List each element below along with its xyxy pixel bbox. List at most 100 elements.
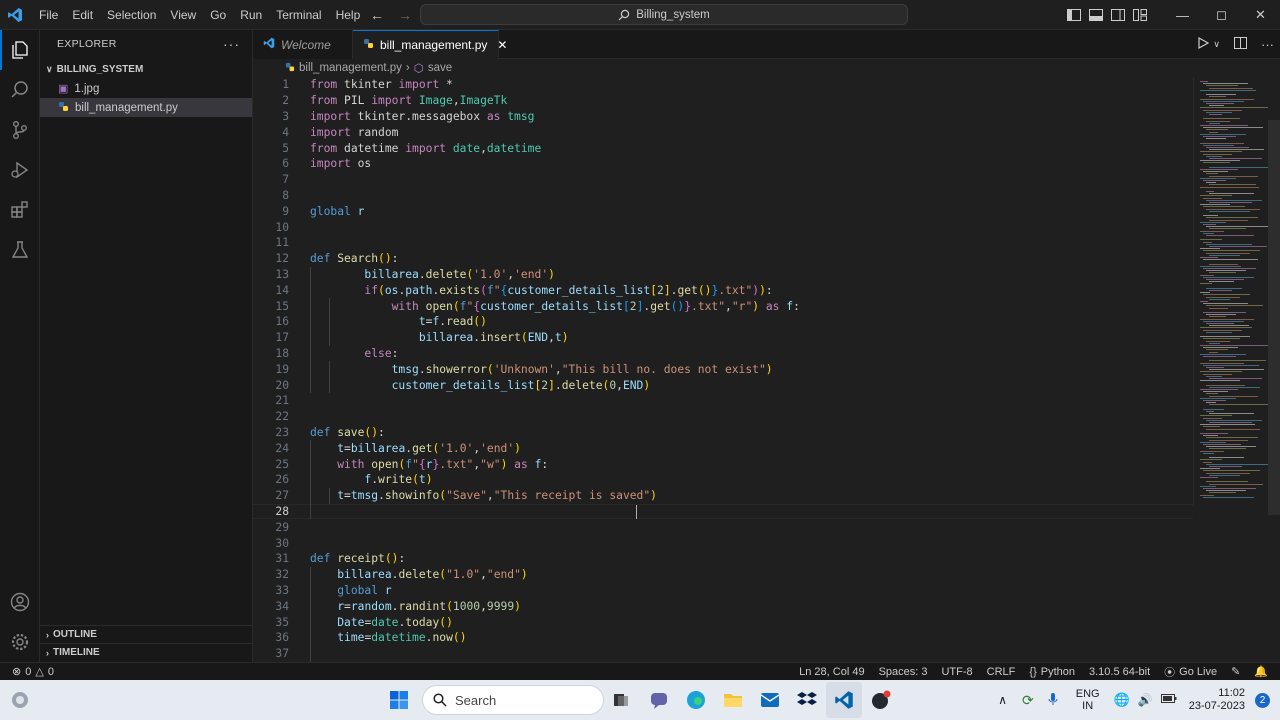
chevron-down-icon[interactable]: ∨ [1213, 39, 1220, 50]
code-line[interactable]: 24 t=billarea.get('1.0','end') [253, 440, 1193, 456]
menu-go[interactable]: Go [203, 0, 233, 30]
language-mode[interactable]: {} Python [1022, 663, 1082, 681]
command-center-search[interactable]: Billing_system [420, 4, 908, 25]
minimize-button[interactable]: — [1163, 0, 1202, 30]
code-editor[interactable]: 1 from tkinter import * 2 from PIL import I… [253, 77, 1193, 662]
task-view-icon[interactable] [603, 682, 639, 718]
code-line[interactable]: 16 t=f.read() [253, 314, 1193, 330]
chevron-up-icon[interactable]: ∧ [989, 693, 1016, 707]
menu-selection[interactable]: Selection [100, 0, 163, 30]
minimap[interactable] [1193, 77, 1280, 507]
tab-welcome[interactable]: Welcome [253, 30, 353, 59]
breadcrumb-symbol[interactable]: save [428, 62, 452, 74]
scrollbar-thumb[interactable] [1268, 120, 1280, 515]
customize-layout-icon[interactable] [1129, 0, 1151, 30]
encoding[interactable]: UTF-8 [934, 663, 979, 681]
menu-run[interactable]: Run [233, 0, 269, 30]
close-tab-icon[interactable]: ✕ [497, 38, 507, 52]
windows-start-icon[interactable] [381, 682, 417, 718]
workspace-folder[interactable]: ∨ BILLING_SYSTEM [40, 59, 252, 79]
teams-chat-icon[interactable] [641, 682, 677, 718]
close-window-button[interactable]: ✕ [1241, 0, 1280, 30]
outline-section[interactable]: › OUTLINE [40, 625, 253, 643]
github-desktop-icon[interactable] [863, 682, 899, 718]
copilot-icon[interactable]: ✎ [1224, 663, 1247, 681]
vscode-taskbar-icon[interactable] [826, 682, 862, 718]
code-line[interactable]: 12 def Search(): [253, 251, 1193, 267]
code-line[interactable]: 29 [253, 519, 1193, 535]
code-line[interactable]: 37 [253, 646, 1193, 662]
globe-icon[interactable]: 🌐 [1110, 692, 1134, 708]
code-line[interactable]: 28 [253, 503, 1193, 520]
code-line[interactable]: 10 [253, 219, 1193, 235]
code-line[interactable]: 7 [253, 172, 1193, 188]
code-line[interactable]: 5 from datetime import date,datetime [253, 140, 1193, 156]
speaker-icon[interactable]: 🔊 [1134, 693, 1157, 707]
code-line[interactable]: 19 tmsg.showerror('Unknown',"This bill n… [253, 361, 1193, 377]
breadcrumb-file[interactable]: bill_management.py [299, 62, 402, 74]
code-line[interactable]: 23 def save(): [253, 425, 1193, 441]
menu-edit[interactable]: Edit [65, 0, 100, 30]
timeline-section[interactable]: › TIMELINE [40, 643, 253, 661]
code-line[interactable]: 15 with open(f"{customer_details_list[2]… [253, 298, 1193, 314]
notification-badge[interactable]: 2 [1255, 692, 1270, 708]
more-actions-icon[interactable]: ··· [223, 36, 240, 52]
code-line[interactable]: 31 def receipt(): [253, 551, 1193, 567]
more-actions-icon[interactable]: ··· [1261, 37, 1274, 52]
toggle-panel-icon[interactable] [1085, 0, 1107, 30]
file-item-1jpg[interactable]: ▣ 1.jpg [40, 79, 252, 98]
mail-icon[interactable] [752, 682, 788, 718]
source-control-icon[interactable] [0, 110, 40, 150]
taskbar-search[interactable]: Search [422, 685, 604, 715]
menu-terminal[interactable]: Terminal [269, 0, 328, 30]
code-line[interactable]: 30 [253, 535, 1193, 551]
code-line[interactable]: 9 global r [253, 203, 1193, 219]
code-line[interactable]: 20 customer_details_list[2].delete(0,END… [253, 377, 1193, 393]
code-line[interactable]: 11 [253, 235, 1193, 251]
problems-indicator[interactable]: ⊗ 0 △ 0 [0, 663, 61, 681]
code-line[interactable]: 2 from PIL import Image,ImageTk [253, 93, 1193, 109]
code-line[interactable]: 14 if(os.path.exists(f"{customer_details… [253, 282, 1193, 298]
go-live-button[interactable]: ⦿ Go Live [1157, 663, 1224, 681]
account-icon[interactable] [0, 582, 40, 622]
indentation[interactable]: Spaces: 3 [872, 663, 935, 681]
code-line[interactable]: 22 [253, 409, 1193, 425]
run-debug-icon[interactable] [0, 150, 40, 190]
code-line[interactable]: 32 billarea.delete("1.0","end") [253, 567, 1193, 583]
forward-arrow-icon[interactable]: → [398, 7, 412, 23]
code-line[interactable]: 3 import tkinter.messagebox as tmsg [253, 109, 1193, 125]
search-view-icon[interactable] [0, 70, 40, 110]
code-line[interactable]: 26 f.write(t) [253, 472, 1193, 488]
code-line[interactable]: 17 billarea.insert(END,t) [253, 330, 1193, 346]
menu-help[interactable]: Help [329, 0, 368, 30]
back-arrow-icon[interactable]: ← [370, 7, 384, 23]
battery-icon[interactable] [1157, 694, 1183, 706]
dropbox-icon[interactable] [789, 682, 825, 718]
python-interpreter[interactable]: 3.10.5 64-bit [1082, 663, 1157, 681]
widgets-icon[interactable] [2, 682, 38, 718]
menu-file[interactable]: File [32, 0, 65, 30]
code-line[interactable]: 36 time=datetime.now() [253, 630, 1193, 646]
code-line[interactable]: 8 [253, 188, 1193, 204]
code-line[interactable]: 34 r=random.randint(1000,9999) [253, 598, 1193, 614]
language-indicator[interactable]: ENG IN [1066, 688, 1110, 712]
microphone-icon[interactable] [1040, 692, 1066, 709]
settings-gear-icon[interactable] [0, 622, 40, 662]
code-line[interactable]: 13 billarea.delete('1.0','end') [253, 267, 1193, 283]
run-python-icon[interactable] [1197, 36, 1210, 52]
code-line[interactable]: 1 from tkinter import * [253, 77, 1193, 93]
code-line[interactable]: 18 else: [253, 346, 1193, 362]
maximize-button[interactable]: ◻ [1202, 0, 1241, 30]
cursor-position[interactable]: Ln 28, Col 49 [792, 663, 871, 681]
code-line[interactable]: 35 Date=date.today() [253, 614, 1193, 630]
code-line[interactable]: 33 global r [253, 583, 1193, 599]
toggle-primary-sidebar-icon[interactable] [1063, 0, 1085, 30]
end-of-line[interactable]: CRLF [980, 663, 1023, 681]
code-line[interactable]: 4 import random [253, 124, 1193, 140]
edge-browser-icon[interactable] [678, 682, 714, 718]
file-item-bill-management[interactable]: bill_management.py [40, 98, 252, 117]
sync-icon[interactable]: ⟳ [1016, 692, 1040, 709]
code-line[interactable]: 6 import os [253, 156, 1193, 172]
code-line[interactable]: 25 with open(f"{r}.txt","w") as f: [253, 456, 1193, 472]
code-line[interactable]: 21 [253, 393, 1193, 409]
